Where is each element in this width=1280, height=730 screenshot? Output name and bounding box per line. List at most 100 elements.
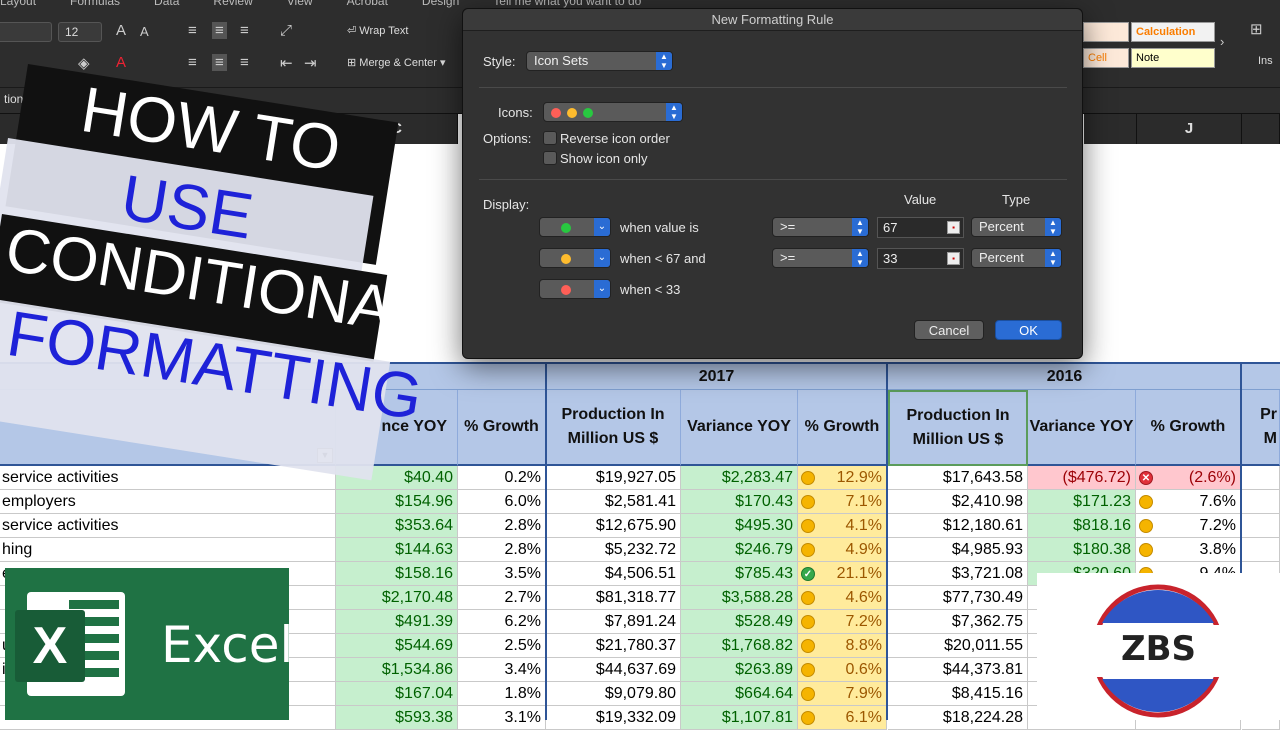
wrap-text-button[interactable]: ⏎ Wrap Text (342, 20, 413, 42)
cell-gr18[interactable]: 6.0% (458, 490, 546, 514)
cell-empty[interactable] (1242, 514, 1280, 538)
cancel-button[interactable]: Cancel (914, 320, 984, 340)
cell-var18[interactable]: $593.38 (336, 706, 458, 730)
cell-gr16[interactable]: 7.6% (1136, 490, 1241, 514)
menu-item[interactable]: Acrobat (347, 0, 388, 8)
font-name-select[interactable] (0, 22, 52, 42)
cell-gr16[interactable]: 7.2% (1136, 514, 1241, 538)
cell-prod16[interactable]: $2,410.98 (888, 490, 1028, 514)
menu-item[interactable]: Review (213, 0, 252, 8)
cell-prod17[interactable]: $81,318.77 (546, 586, 681, 610)
cell-prod16[interactable]: $77,730.49 (888, 586, 1028, 610)
reverse-icon-order-checkbox[interactable] (543, 131, 557, 145)
font-size-select[interactable]: 12 (58, 22, 102, 42)
cell-prod16[interactable]: $8,415.16 (888, 682, 1028, 706)
rule2-type-select[interactable]: Percent ▲ ▼ (971, 248, 1062, 268)
cell-gr18[interactable]: 3.5% (458, 562, 546, 586)
cell-empty[interactable] (1242, 466, 1280, 490)
font-color-icon[interactable]: A (116, 54, 126, 71)
cell-prod16[interactable]: $18,224.28 (888, 706, 1028, 730)
cell-var16[interactable]: $818.16 (1028, 514, 1136, 538)
cell-var18[interactable]: $491.39 (336, 610, 458, 634)
style-linked-cell[interactable]: Cell (1083, 48, 1129, 68)
menu-item[interactable]: Layout (0, 0, 36, 8)
cell-gr18[interactable]: 6.2% (458, 610, 546, 634)
column-header-k[interactable] (1242, 114, 1280, 144)
cell-var18[interactable]: $154.96 (336, 490, 458, 514)
cell-gr17[interactable]: 4.6% (798, 586, 887, 610)
cell-var17[interactable]: $1,107.81 (681, 706, 798, 730)
align-left-icon[interactable]: ≡ (188, 54, 197, 71)
range-picker-icon[interactable]: ▪ (947, 252, 960, 265)
cell-prod16[interactable]: $44,373.81 (888, 658, 1028, 682)
cell-gr16[interactable]: 3.8% (1136, 538, 1241, 562)
cell-gr17[interactable]: 8.8% (798, 634, 887, 658)
align-right-icon[interactable]: ≡ (240, 54, 249, 71)
cell-label[interactable]: service activities (0, 514, 336, 538)
menu-item[interactable]: Tell me what you want to do (493, 0, 641, 8)
cell-label[interactable]: hing (0, 538, 336, 562)
cell-gr18[interactable]: 3.1% (458, 706, 546, 730)
rule1-icon-select[interactable]: ⌄ (539, 217, 611, 237)
align-bottom-icon[interactable]: ≡ (240, 22, 249, 39)
cell-prod16[interactable]: $7,362.75 (888, 610, 1028, 634)
cell-var18[interactable]: $158.16 (336, 562, 458, 586)
merge-center-button[interactable]: ⊞ Merge & Center ▾ (342, 52, 451, 74)
cell-var17[interactable]: $170.43 (681, 490, 798, 514)
cell-prod16[interactable]: $3,721.08 (888, 562, 1028, 586)
cell-var17[interactable]: $495.30 (681, 514, 798, 538)
cell-gr18[interactable]: 3.4% (458, 658, 546, 682)
show-icon-only-checkbox[interactable] (543, 151, 557, 165)
align-top-icon[interactable]: ≡ (188, 22, 197, 39)
cell-label[interactable]: employers (0, 490, 336, 514)
cell-gr18[interactable]: 2.5% (458, 634, 546, 658)
style-select[interactable]: Icon Sets ▲ ▼ (526, 51, 673, 71)
column-header-i[interactable] (1084, 114, 1137, 144)
rule1-value-field[interactable]: 67 ▪ (877, 217, 964, 238)
cell-prod17[interactable]: $2,581.41 (546, 490, 681, 514)
cell-prod17[interactable]: $9,079.80 (546, 682, 681, 706)
menu-item[interactable]: Design (422, 0, 459, 8)
cell-var16[interactable]: $180.38 (1028, 538, 1136, 562)
decrease-font-icon[interactable]: A (140, 24, 149, 39)
cell-prod16[interactable]: $12,180.61 (888, 514, 1028, 538)
cell-var18[interactable]: $544.69 (336, 634, 458, 658)
indent-increase-icon[interactable]: ⇥ (304, 54, 317, 72)
rule2-value-field[interactable]: 33 ▪ (877, 248, 964, 269)
cell-var18[interactable]: $144.63 (336, 538, 458, 562)
cell-gr17[interactable]: 0.6% (798, 658, 887, 682)
cell-empty[interactable] (1242, 490, 1280, 514)
style-cell-partial[interactable] (1083, 22, 1129, 42)
icon-set-select[interactable]: ▲ ▼ (543, 102, 683, 122)
cell-prod16[interactable]: $20,011.55 (888, 634, 1028, 658)
header-production-2016[interactable]: Production In Million US $ (888, 390, 1028, 466)
cell-gr17[interactable]: 7.1% (798, 490, 887, 514)
cell-gr17[interactable]: 7.2% (798, 610, 887, 634)
range-picker-icon[interactable]: ▪ (947, 221, 960, 234)
cell-label[interactable]: service activities (0, 466, 336, 490)
cell-var17[interactable]: $2,283.47 (681, 466, 798, 490)
cell-gr17[interactable]: ✓ 21.1% (798, 562, 887, 586)
cell-gr17[interactable]: 4.9% (798, 538, 887, 562)
menu-item[interactable]: Formulas (70, 0, 120, 8)
ok-button[interactable]: OK (995, 320, 1062, 340)
menu-item[interactable]: Data (154, 0, 179, 8)
cell-var18[interactable]: $353.64 (336, 514, 458, 538)
rule3-icon-select[interactable]: ⌄ (539, 279, 611, 299)
cell-var16[interactable]: ($476.72) (1028, 466, 1136, 490)
rule2-operator-select[interactable]: >= ▲ ▼ (772, 248, 869, 268)
increase-font-icon[interactable]: A (116, 22, 126, 39)
cell-prod17[interactable]: $19,927.05 (546, 466, 681, 490)
align-middle-icon[interactable]: ≡ (212, 22, 227, 39)
cell-gr18[interactable]: 0.2% (458, 466, 546, 490)
cell-var17[interactable]: $1,768.82 (681, 634, 798, 658)
orientation-icon[interactable]: ⤢ (280, 22, 292, 39)
rule1-operator-select[interactable]: >= ▲ ▼ (772, 217, 869, 237)
cell-var18[interactable]: $167.04 (336, 682, 458, 706)
cell-gr18[interactable]: 2.8% (458, 538, 546, 562)
style-calculation[interactable]: Calculation (1131, 22, 1215, 42)
styles-more-icon[interactable]: › (1220, 34, 1224, 49)
rule2-icon-select[interactable]: ⌄ (539, 248, 611, 268)
menu-item[interactable]: View (287, 0, 313, 8)
cell-gr17[interactable]: 6.1% (798, 706, 887, 730)
